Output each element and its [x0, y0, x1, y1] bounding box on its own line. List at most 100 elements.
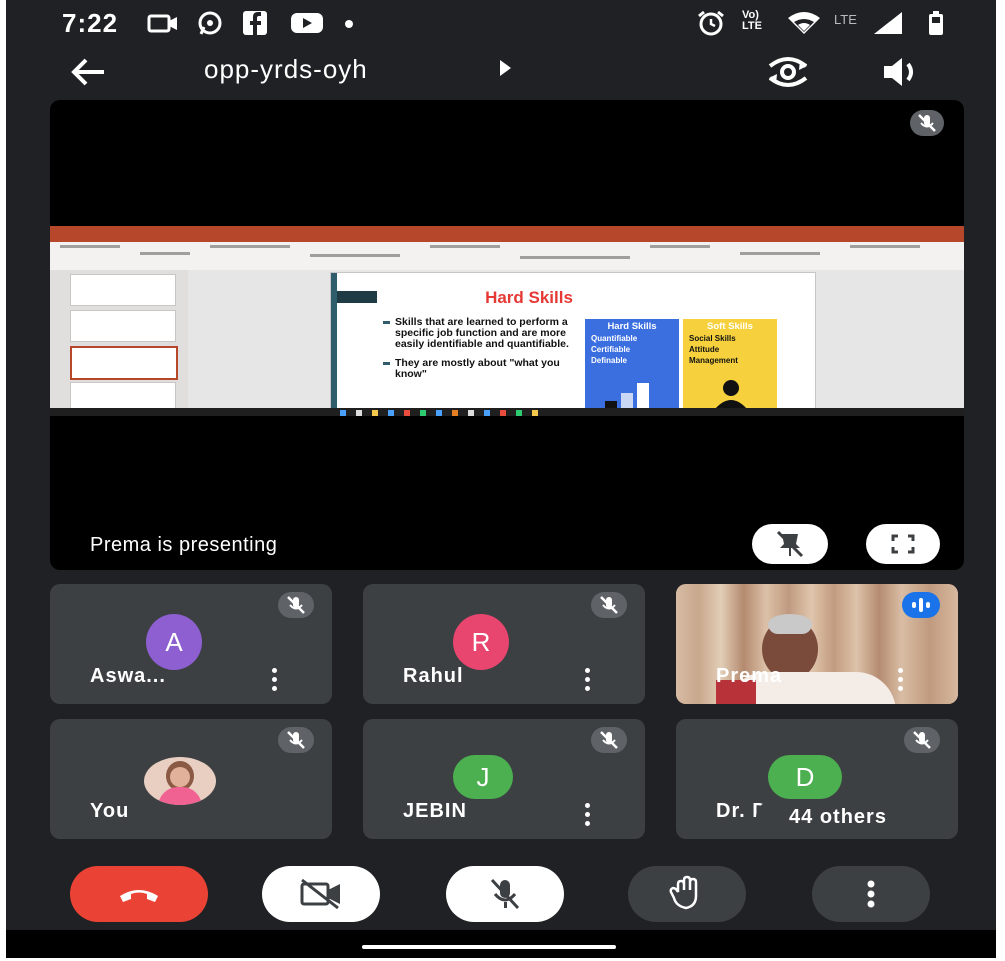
more-options-icon[interactable]	[585, 803, 591, 829]
meeting-code[interactable]: opp-yrds-oyh	[204, 54, 368, 85]
pin-off-icon	[776, 530, 804, 558]
speaker-icon[interactable]	[880, 54, 920, 90]
youtube-icon	[291, 13, 323, 33]
participant-tile-aswa[interactable]: A Aswa...	[50, 584, 332, 704]
soft-skill-item: Attitude	[689, 345, 720, 354]
hard-skill-item: Certifiable	[591, 345, 631, 354]
avatar: J	[453, 755, 513, 799]
more-options-icon	[867, 880, 875, 908]
status-bar: 7:22 Vo) LTE LTE	[6, 0, 996, 46]
mic-off-icon	[913, 731, 931, 749]
avatar: A	[146, 614, 202, 670]
person-figure	[716, 610, 896, 704]
presenting-caption: Prema is presenting	[90, 534, 278, 556]
powerpoint-ribbon	[50, 242, 964, 271]
switch-camera-icon[interactable]	[764, 50, 812, 94]
bar-chart-icon	[605, 383, 649, 409]
hard-skill-item: Definable	[591, 356, 628, 365]
volte-icon: Vo) LTE	[742, 9, 762, 32]
slide-thumbnail	[70, 310, 176, 342]
mic-off-icon	[490, 878, 520, 910]
slide-title: Hard Skills	[485, 288, 573, 307]
avatar-photo	[144, 757, 216, 805]
audio-wave-icon	[912, 598, 930, 612]
more-options-button[interactable]	[812, 866, 930, 922]
mic-off-badge	[591, 727, 627, 753]
raise-hand-icon	[669, 875, 698, 910]
participant-name: Aswa...	[90, 665, 166, 687]
signal-icon	[874, 12, 902, 34]
slide-thumbnail-selected	[70, 346, 178, 380]
more-options-icon[interactable]	[272, 668, 278, 694]
dot-icon	[345, 20, 353, 28]
mic-off-icon	[600, 596, 618, 614]
presentation-tile[interactable]: Hard Skills Skills that are learned to p…	[50, 100, 964, 570]
avatar: D	[768, 755, 842, 799]
speaking-indicator	[902, 592, 940, 618]
phone-screen: 7:22 Vo) LTE LTE opp-yrds-oyh Hard Skill…	[6, 0, 996, 958]
hard-skill-item: Quantifiable	[591, 334, 638, 343]
soft-skill-item: Social Skills	[689, 334, 736, 343]
others-count-chip[interactable]: 44 others	[756, 801, 920, 833]
wifi-icon	[788, 12, 820, 34]
unpin-button[interactable]	[752, 524, 828, 564]
slide-thumbnail	[70, 274, 176, 306]
hard-skills-heading: Hard Skills	[607, 321, 657, 332]
windows-taskbar	[50, 408, 964, 416]
person-silhouette-icon	[715, 380, 747, 409]
mic-off-icon	[600, 731, 618, 749]
presentation-mic-off-badge	[910, 110, 944, 136]
mic-off-icon	[287, 596, 305, 614]
soft-skills-box: Soft Skills Social Skills Attitude Manag…	[683, 319, 777, 411]
navigation-bar	[6, 930, 996, 958]
status-time: 7:22	[62, 8, 119, 38]
participant-name: Prema	[716, 665, 783, 687]
caret-right-icon[interactable]	[500, 60, 511, 76]
participant-name: JEBIN	[403, 800, 467, 822]
mic-toggle-button[interactable]	[446, 866, 564, 922]
meeting-header: opp-yrds-oyh	[6, 48, 996, 98]
powerpoint-titlebar	[50, 226, 964, 242]
participant-tile-others[interactable]: D Dr. DHANYA 44 others	[676, 719, 958, 839]
camera-toggle-button[interactable]	[262, 866, 380, 922]
slide-flag	[337, 291, 377, 303]
slide-bullet: Skills that are learned to perform a spe…	[383, 317, 581, 350]
slide-bullet: They are mostly about "what you know"	[383, 358, 581, 380]
slide: Hard Skills Skills that are learned to p…	[330, 272, 816, 414]
mic-off-badge	[278, 592, 314, 618]
soft-skills-heading: Soft Skills	[707, 321, 753, 332]
home-indicator[interactable]	[362, 945, 616, 949]
participant-name: Rahul	[403, 665, 464, 687]
mic-off-icon	[918, 114, 936, 132]
camera-off-icon	[300, 878, 340, 910]
facebook-icon	[243, 11, 267, 35]
fullscreen-button[interactable]	[866, 524, 940, 564]
participant-tile-you[interactable]: You	[50, 719, 332, 839]
mic-off-badge	[278, 727, 314, 753]
battery-icon	[929, 11, 943, 35]
end-call-icon	[120, 890, 158, 902]
slide-canvas: Hard Skills Skills that are learned to p…	[188, 270, 964, 414]
participant-tile-prema[interactable]: Prema	[676, 584, 958, 704]
slide-bullets: Skills that are learned to perform a spe…	[383, 317, 581, 388]
end-call-button[interactable]	[70, 866, 208, 922]
mic-off-icon	[287, 731, 305, 749]
more-options-icon[interactable]	[585, 668, 591, 694]
shared-screen: Hard Skills Skills that are learned to p…	[50, 226, 964, 416]
raise-hand-button[interactable]	[628, 866, 746, 922]
participant-name: You	[90, 800, 130, 822]
fullscreen-icon	[891, 534, 915, 554]
slide-thumbnails	[50, 270, 188, 414]
mic-off-badge	[904, 727, 940, 753]
more-options-icon[interactable]	[898, 668, 904, 694]
video-icon	[147, 14, 177, 33]
lte-label: LTE	[834, 12, 857, 27]
hard-skills-box: Hard Skills Quantifiable Certifiable Def…	[585, 319, 679, 411]
arrow-left-icon[interactable]	[68, 52, 108, 92]
avatar: R	[453, 614, 509, 670]
participant-tile-jebin[interactable]: J JEBIN	[363, 719, 645, 839]
mic-off-badge	[591, 592, 627, 618]
whatsapp-icon	[198, 11, 222, 35]
soft-skill-item: Management	[689, 356, 738, 365]
participant-tile-rahul[interactable]: R Rahul	[363, 584, 645, 704]
